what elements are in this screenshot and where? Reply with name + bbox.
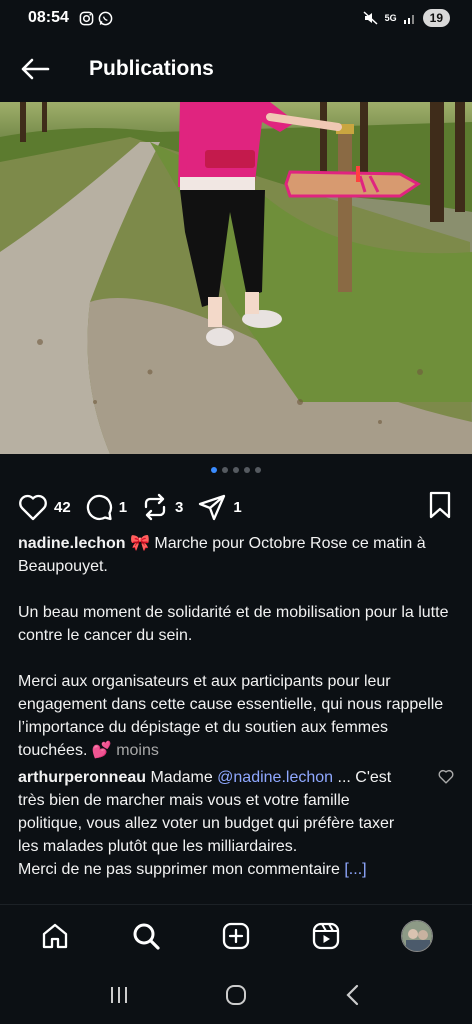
carousel-indicator	[0, 467, 472, 473]
bottom-navigation	[0, 904, 472, 966]
home-icon	[43, 923, 68, 948]
status-bar: 08:54 5G 19	[0, 0, 472, 36]
share-button[interactable]: 1	[197, 493, 242, 521]
caption-paragraph-2: Un beau moment de solidarité et de mobil…	[18, 604, 449, 644]
like-button[interactable]: 42	[18, 493, 71, 521]
comment-more-link[interactable]: [...]	[344, 861, 366, 878]
back-button[interactable]	[17, 51, 53, 87]
recent-apps-button[interactable]	[99, 975, 139, 1015]
repost-count: 3	[175, 498, 184, 516]
page-title: Publications	[89, 57, 214, 80]
system-navigation	[0, 966, 472, 1024]
carousel-dot	[255, 467, 261, 473]
nav-search[interactable]	[124, 914, 168, 958]
hearts-emoji: 💕	[91, 742, 112, 759]
battery-level: 19	[422, 9, 450, 27]
repost-button[interactable]: 3	[141, 493, 183, 521]
send-icon	[199, 494, 226, 521]
status-time: 08:54	[28, 9, 69, 26]
caption-paragraph-3: Merci aux organisateurs et aux participa…	[18, 673, 444, 759]
whatsapp-icon	[98, 11, 113, 25]
less-link[interactable]: moins	[112, 742, 159, 759]
like-count: 42	[54, 498, 71, 516]
search-icon	[133, 923, 160, 950]
repost-icon	[144, 493, 166, 521]
comment-button[interactable]: 1	[85, 493, 127, 521]
home-circle-icon	[225, 985, 246, 1005]
comment-item: arthurperonneau Madame @nadine.lechon ..…	[18, 766, 458, 881]
mute-icon	[363, 11, 378, 25]
ribbon-emoji: 🎀	[130, 535, 150, 552]
heart-icon	[438, 769, 454, 784]
carousel-dot-active	[211, 467, 217, 473]
nav-home[interactable]	[33, 914, 77, 958]
recent-apps-icon	[110, 987, 127, 1003]
caption-username[interactable]: nadine.lechon	[18, 535, 126, 552]
arrow-left-icon	[21, 58, 50, 80]
comment-prefix: Madame	[146, 769, 218, 786]
carousel-dot	[233, 467, 239, 473]
bookmark-icon	[429, 491, 451, 518]
network-type: 5G	[384, 13, 397, 23]
heart-icon	[19, 494, 47, 521]
system-back-button[interactable]	[333, 975, 373, 1015]
save-button[interactable]	[428, 491, 452, 524]
carousel-dot	[244, 467, 250, 473]
carousel-dot	[222, 467, 228, 473]
instagram-icon	[79, 11, 94, 25]
comment-icon	[86, 494, 112, 521]
post-image[interactable]	[0, 102, 472, 454]
header: Publications	[0, 44, 472, 94]
share-count: 1	[233, 498, 242, 516]
signal-icon	[403, 15, 414, 24]
comment-username[interactable]: arthurperonneau	[18, 769, 146, 786]
comment-body-2: Merci de ne pas supprimer mon commentair…	[18, 861, 345, 878]
nav-profile[interactable]	[395, 914, 439, 958]
nav-create[interactable]	[214, 914, 258, 958]
profile-avatar	[400, 919, 433, 952]
post-caption: nadine.lechon 🎀 Marche pour Octobre Rose…	[18, 532, 458, 762]
reels-icon	[313, 922, 340, 949]
home-system-button[interactable]	[216, 975, 256, 1015]
comment-like-button[interactable]	[438, 768, 454, 791]
comment-mention[interactable]: @nadine.lechon	[217, 769, 333, 786]
post-actions: 42 1 3 1	[18, 490, 452, 524]
chevron-left-icon	[346, 984, 359, 1006]
comment-count: 1	[118, 498, 128, 516]
nav-reels[interactable]	[304, 914, 348, 958]
create-icon	[222, 922, 250, 949]
